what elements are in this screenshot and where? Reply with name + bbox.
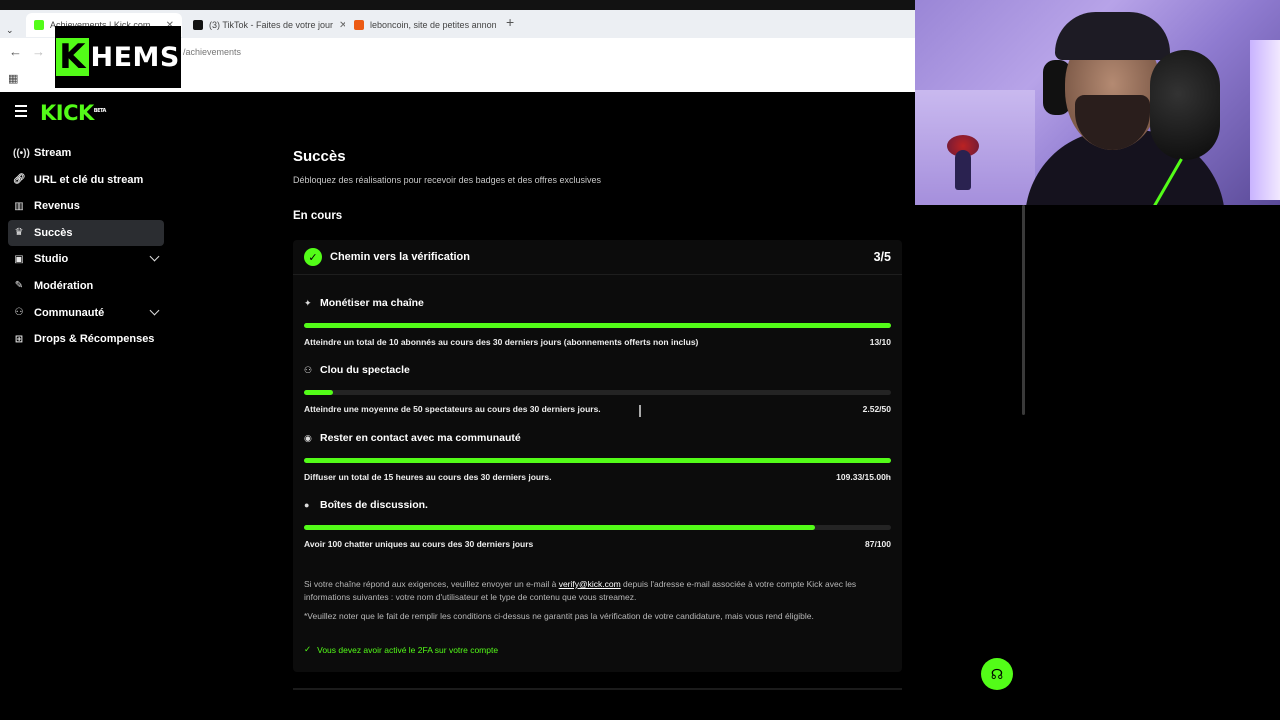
people-icon: ⚇ [304,364,313,375]
info-text: Si votre chaîne répond aux exigences, ve… [304,579,559,589]
sidebar-item-label: URL et clé du stream [34,173,144,186]
sidebar-item-label: Communauté [34,306,105,319]
achievement-value: 2.52/50 [862,404,891,414]
twofa-requirement: ✓ Vous devez avoir activé le 2FA sur vot… [304,644,498,655]
back-arrow-icon[interactable]: ← [9,44,22,59]
page-title: Succès [293,148,346,165]
drops-icon: ⊞ [14,333,24,345]
community-icon: ⚇ [14,307,24,319]
chart-icon: ▥ [14,200,24,212]
link-icon: 🔗︎ [13,174,26,186]
chevron-down-icon[interactable] [149,251,160,262]
sparkle-icon: ✦ [304,297,312,308]
logo-text: HEMS [90,41,180,73]
tab-label: leboncoin, site de petites annon [370,20,496,30]
wrench-icon: ✎ [14,280,24,292]
broadcast-icon: ◉ [304,432,312,443]
kick-favicon-icon [34,20,44,30]
sidebar-item-label: Studio [34,253,69,266]
progress-bar [304,525,891,530]
check-icon: ✓ [304,644,312,654]
tab-leboncoin[interactable]: leboncoin, site de petites annon ✕ [346,13,496,37]
tab-search-chevron-icon[interactable]: ⌄ [6,25,14,36]
text-cursor [639,405,641,417]
info-note: *Veuillez noter que le fait de remplir l… [304,611,814,621]
achievement-desc: Atteindre un total de 10 abonnés au cour… [304,337,699,347]
headset-icon: ☊ [990,665,1004,682]
verified-check-icon: ✓ [304,248,322,266]
divider [293,688,902,690]
twofa-text: Vous devez avoir activé le 2FA sur votre… [317,644,499,655]
sidebar-item-drops[interactable]: ⊞ Drops & Récompenses [8,326,164,352]
sidebar-item-moderation[interactable]: ✎ Modération [8,273,164,299]
progress-bar [304,390,891,395]
chat-icon: ● [304,500,310,510]
sidebar-item-succes[interactable]: ♛ Succès [8,219,164,246]
achievement-value: 109.33/15.00h [836,472,891,482]
help-chat-button[interactable]: ☊ [981,658,1013,690]
chevron-down-icon[interactable] [149,305,160,316]
sidebar-item-label: Stream [34,147,72,159]
studio-icon: ▣ [14,253,24,265]
new-tab-button[interactable]: + [506,14,514,30]
achievement-desc: Diffuser un total de 15 heures au cours … [304,472,552,482]
sidebar: ((•)) Stream 🔗︎ URL et clé du stream ▥ R… [8,140,164,353]
tab-tiktok[interactable]: (3) TikTok - Faites de votre jour ✕ [185,13,345,37]
sidebar-item-label: Drops & Récompenses [34,333,155,346]
progress-bar [304,323,891,328]
achievement-value: 13/10 [869,337,891,347]
achievement-value: 87/100 [865,539,891,549]
achievement-title: Rester en contact avec ma communauté [320,432,521,444]
card-header[interactable]: ✓ Chemin vers la vérification 3/5 [293,240,902,275]
verification-info: Si votre chaîne répond aux exigences, ve… [304,578,891,629]
window-top-strip [0,0,915,10]
sidebar-item-stream[interactable]: ((•)) Stream [8,140,164,166]
menu-hamburger-icon[interactable] [15,105,27,120]
close-tab-icon[interactable]: ✕ [339,20,345,31]
sidebar-item-revenus[interactable]: ▥ Revenus [8,193,164,219]
sidebar-item-studio[interactable]: ▣ Studio [8,246,164,272]
streamer-overlay-logo: K HEMS [55,26,181,88]
sidebar-item-label: Modération [34,279,94,292]
sidebar-item-label: Succès [34,226,73,239]
achievement-monetize: ✦ Monétiser ma chaîne Atteindre un total … [304,296,891,347]
sidebar-item-stream-key[interactable]: 🔗︎ URL et clé du stream [8,167,164,193]
achievement-title: Clou du spectacle [320,364,410,376]
sidebar-item-communaute[interactable]: ⚇ Communauté [8,300,164,326]
achievement-title: Boîtes de discussion. [320,499,428,511]
section-title-in-progress: En cours [293,210,343,222]
verification-path-card: ✓ Chemin vers la vérification 3/5 ✦ Monét… [293,240,902,672]
verify-email-link[interactable]: verify@kick.com [559,579,621,589]
tiktok-favicon-icon [193,20,203,30]
forward-arrow-icon[interactable]: → [32,44,45,59]
achievement-title: Monétiser ma chaîne [320,297,424,309]
stream-icon: ((•)) [13,147,30,159]
trophy-icon: ♛ [14,227,24,239]
scrollbar[interactable] [1022,205,1025,415]
progress-bar [304,458,891,463]
page-subtitle: Débloquez des réalisations pour recevoir… [293,175,602,185]
url-field[interactable]: /achievements [183,47,241,57]
tab-label: (3) TikTok - Faites de votre jour [209,20,334,30]
kick-logo[interactable]: KICKBETA [40,101,106,125]
webcam-overlay [915,0,1280,205]
achievement-chat: ● Boîtes de discussion. Avoir 100 chatter… [304,498,891,549]
achievement-desc: Avoir 100 chatter uniques au cours des 3… [304,539,534,549]
card-score: 3/5 [873,250,891,264]
sidebar-item-label: Revenus [34,200,80,213]
achievement-community: ◉ Rester en contact avec ma communauté Di… [304,431,891,482]
achievement-spectacle: ⚇ Clou du spectacle Atteindre une moyenne… [304,363,891,414]
leboncoin-favicon-icon [354,20,364,30]
logo-k: K [56,38,89,76]
achievement-desc: Atteindre une moyenne de 50 spectateurs … [304,404,601,414]
card-title: Chemin vers la vérification [330,251,470,263]
apps-grid-icon[interactable]: ▦ [8,72,18,85]
